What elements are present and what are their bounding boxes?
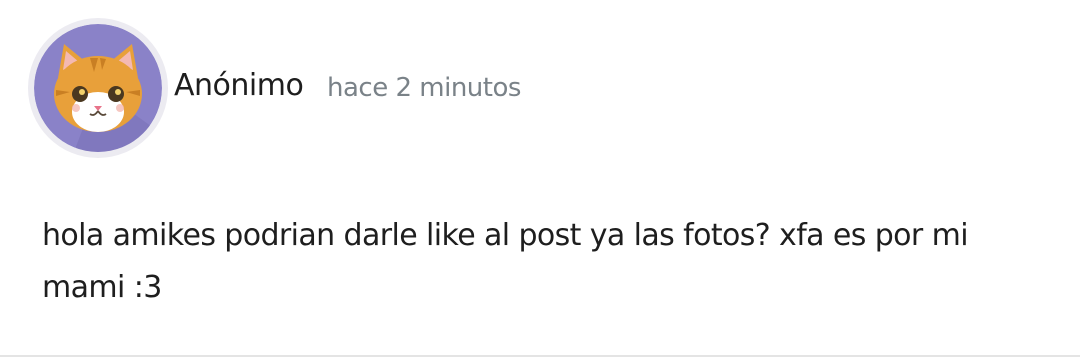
timestamp: hace 2 minutos bbox=[327, 73, 521, 103]
comment-card: Anónimo hace 2 minutos hola amikes podri… bbox=[0, 0, 1080, 355]
cat-face-icon bbox=[34, 24, 162, 152]
avatar[interactable] bbox=[28, 18, 168, 158]
author-name[interactable]: Anónimo bbox=[174, 66, 304, 106]
comment-text: hola amikes podrian darle like al post y… bbox=[42, 218, 969, 305]
